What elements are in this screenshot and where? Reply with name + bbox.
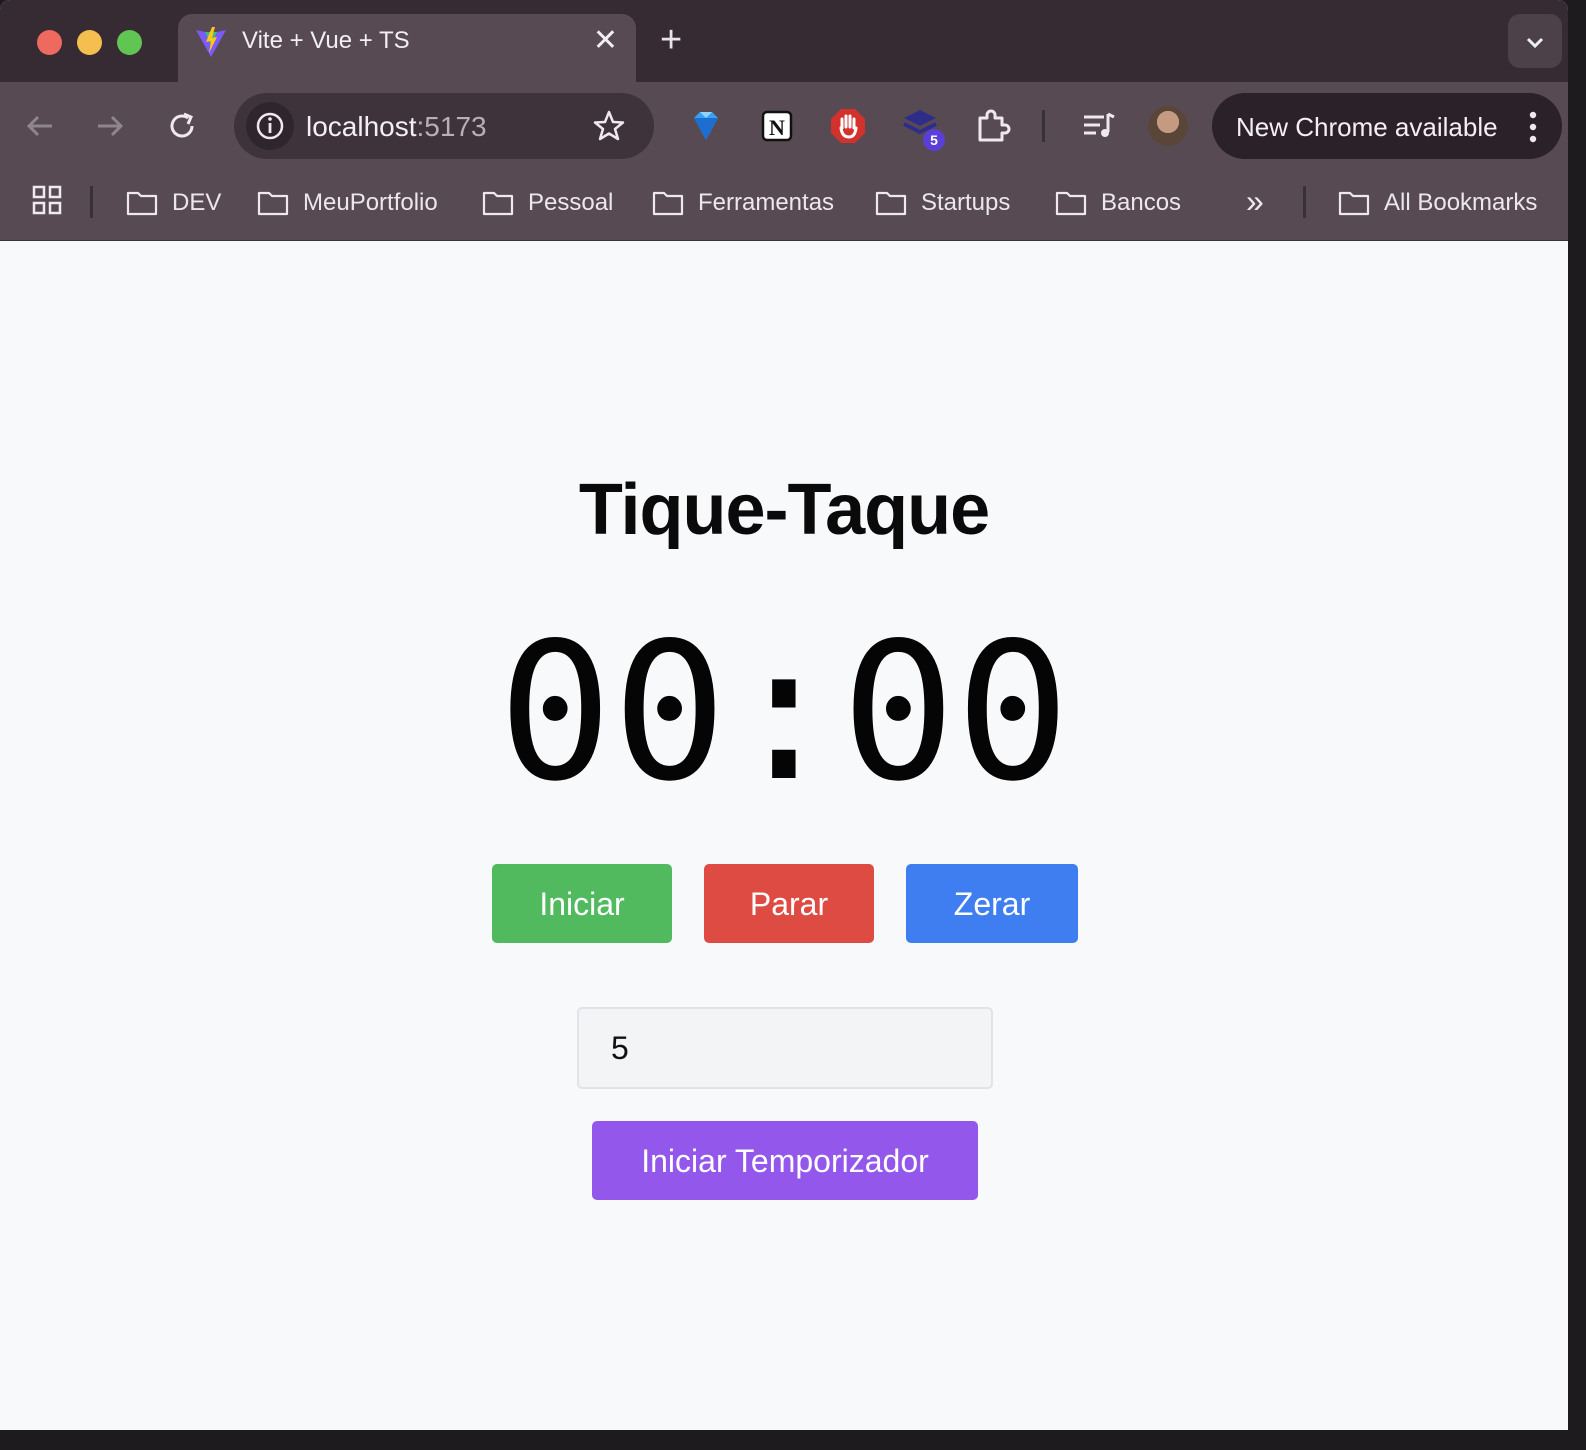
browser-window: Vite + Vue + TS ✕ + localhost:5173 N 5 N… <box>0 0 1568 1430</box>
reset-button[interactable]: Zerar <box>906 864 1078 943</box>
bookmark-folder-pessoal[interactable]: Pessoal <box>482 187 613 219</box>
reload-icon[interactable] <box>164 108 200 144</box>
all-bookmarks-label: All Bookmarks <box>1384 189 1538 216</box>
minutes-input[interactable] <box>577 1007 993 1089</box>
new-tab-button[interactable]: + <box>660 20 682 60</box>
timer-display: 00:00 <box>498 602 1070 823</box>
info-icon <box>256 112 284 140</box>
extensions-icon[interactable] <box>972 106 1012 146</box>
all-bookmarks-button[interactable]: All Bookmarks <box>1338 187 1537 219</box>
bookmark-folder-startups[interactable]: Startups <box>875 187 1010 219</box>
site-info-button[interactable] <box>246 102 294 150</box>
svg-text:N: N <box>769 115 785 140</box>
close-window-button[interactable] <box>37 30 62 55</box>
toolbar: localhost:5173 N 5 New Chrome available <box>0 82 1568 170</box>
vite-logo-icon <box>196 27 226 57</box>
tab-close-icon[interactable]: ✕ <box>593 24 618 58</box>
url-text: localhost:5173 <box>306 111 487 143</box>
bookmark-separator <box>90 186 93 218</box>
tab-active[interactable]: Vite + Vue + TS ✕ <box>178 14 636 82</box>
bookmark-folder-bancos[interactable]: Bancos <box>1055 187 1181 219</box>
notion-icon[interactable]: N <box>757 106 797 146</box>
stop-button[interactable]: Parar <box>704 864 874 943</box>
folder-icon <box>1055 191 1087 216</box>
bookmark-label: Startups <box>921 189 1011 216</box>
tab-title: Vite + Vue + TS <box>242 27 410 54</box>
folder-icon <box>1338 191 1370 216</box>
chevron-down-icon <box>1526 38 1544 49</box>
bookmark-folder-ferramentas[interactable]: Ferramentas <box>652 187 834 219</box>
url-host: localhost <box>306 111 417 142</box>
menu-icon[interactable] <box>1528 111 1538 143</box>
bookmark-folder-dev[interactable]: DEV <box>126 187 221 219</box>
bookmark-folder-meuportfolio[interactable]: MeuPortfolio <box>257 187 438 219</box>
bookmarks-bar: DEV MeuPortfolio Pessoal Ferramentas Sta… <box>0 170 1568 241</box>
tab-strip: Vite + Vue + TS ✕ + <box>0 0 1568 82</box>
bookmark-label: Pessoal <box>528 189 614 216</box>
address-bar[interactable]: localhost:5173 <box>234 93 654 159</box>
start-countdown-button[interactable]: Iniciar Temporizador <box>592 1121 978 1200</box>
back-icon[interactable] <box>22 108 58 144</box>
folder-icon <box>257 191 289 216</box>
bookmarks-overflow-icon[interactable]: » <box>1246 183 1264 219</box>
media-icon[interactable] <box>1078 106 1118 146</box>
apps-grid-icon[interactable] <box>32 185 62 215</box>
layers-extension-icon[interactable]: 5 <box>900 102 950 152</box>
forward-icon[interactable] <box>92 108 128 144</box>
bookmark-label: MeuPortfolio <box>303 189 438 216</box>
update-chrome-button[interactable]: New Chrome available <box>1212 93 1562 159</box>
bookmark-label: DEV <box>172 189 222 216</box>
folder-icon <box>126 191 158 216</box>
toolbar-separator <box>1042 110 1045 142</box>
bookmark-label: Bancos <box>1101 189 1182 216</box>
tab-search-button[interactable] <box>1508 14 1562 68</box>
page-title: Tique-Taque <box>578 470 990 550</box>
page-content: Tique-Taque 00:00 Iniciar Parar Zerar In… <box>0 241 1568 1430</box>
maximize-window-button[interactable] <box>117 30 142 55</box>
minimize-window-button[interactable] <box>77 30 102 55</box>
url-port: :5173 <box>416 111 487 142</box>
folder-icon <box>482 191 514 216</box>
bookmark-separator <box>1303 186 1306 218</box>
gem-extension-icon[interactable] <box>686 106 726 146</box>
update-label: New Chrome available <box>1236 112 1498 142</box>
bookmark-label: Ferramentas <box>698 189 835 216</box>
folder-icon <box>652 191 684 216</box>
folder-icon <box>875 191 907 216</box>
star-icon[interactable] <box>592 109 626 143</box>
extension-badge: 5 <box>930 132 938 148</box>
profile-avatar[interactable] <box>1148 106 1188 146</box>
adblock-icon[interactable] <box>828 106 868 146</box>
start-button[interactable]: Iniciar <box>492 864 672 943</box>
